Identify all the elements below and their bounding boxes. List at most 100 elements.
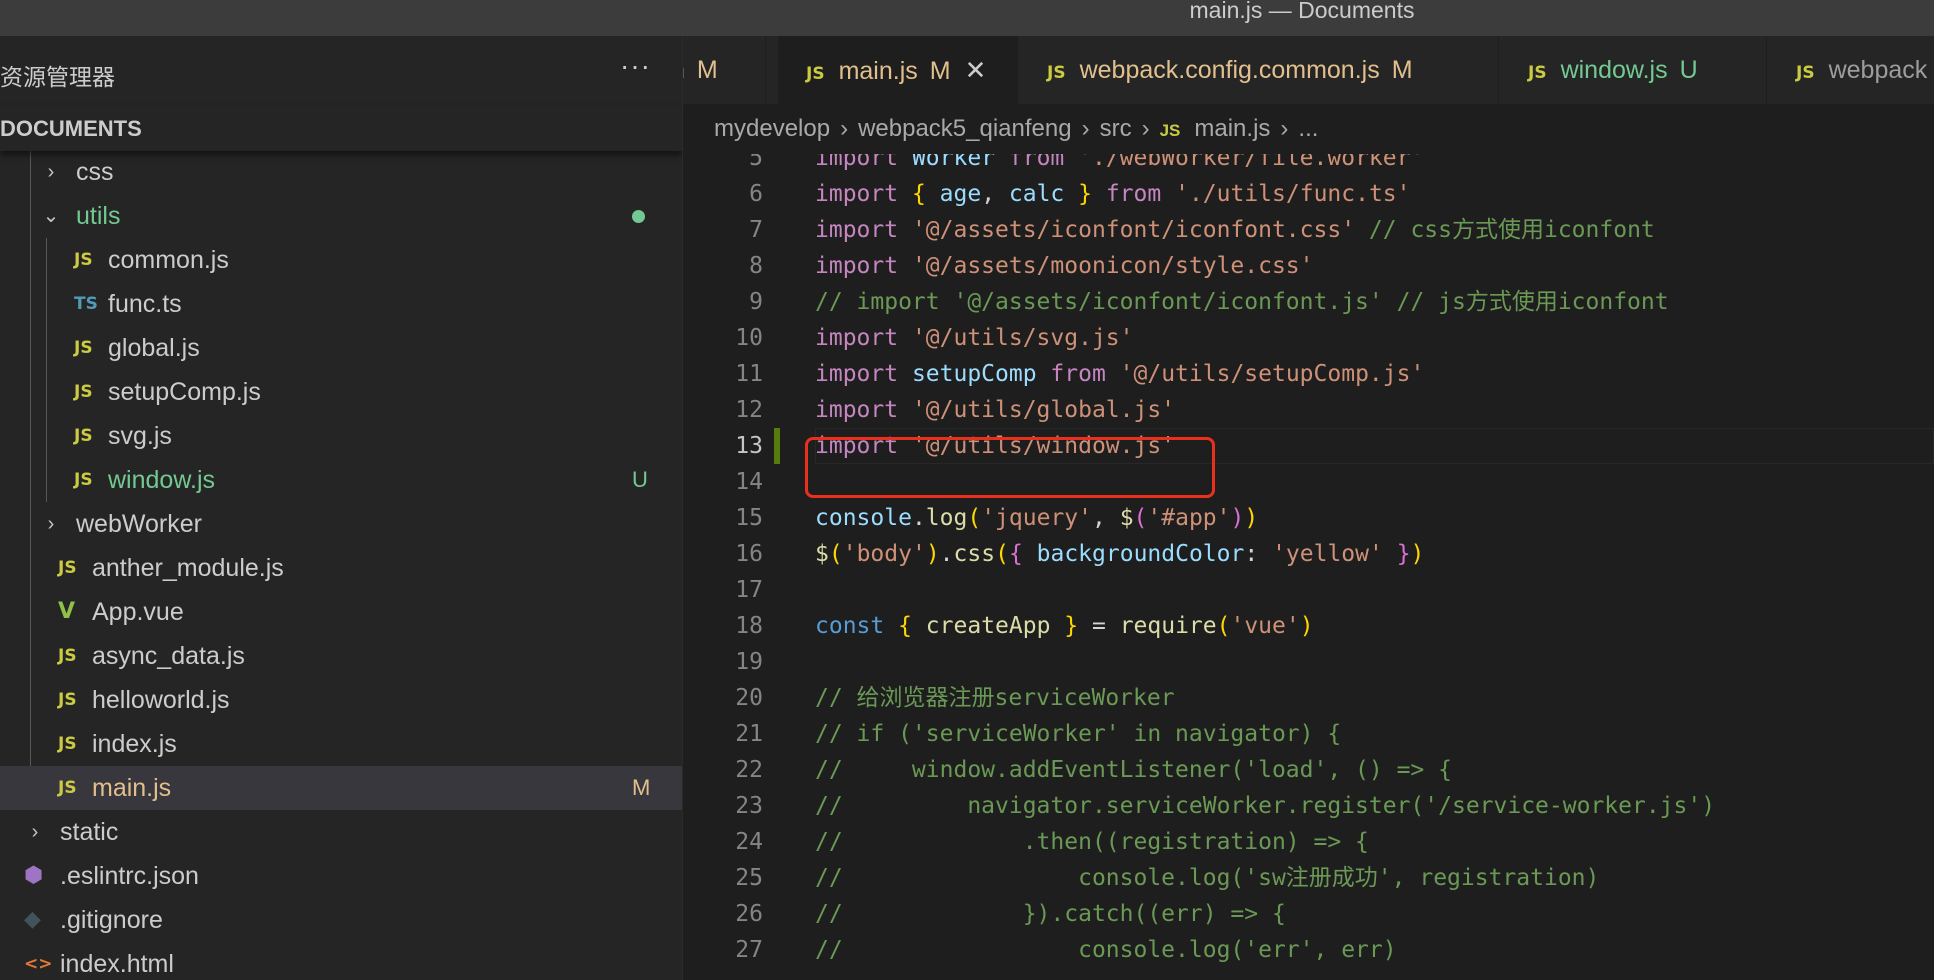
tree-file-gitignore[interactable]: ◆ .gitignore: [0, 898, 682, 942]
code-editor[interactable]: 5 import Worker from './webWorker/file.wo…: [683, 154, 1934, 980]
tree-file-async-data-js[interactable]: JS async_data.js: [0, 634, 682, 678]
code-token: // console.log('err', err): [815, 937, 1397, 963]
code-token: // css方式使用iconfont: [1368, 217, 1655, 243]
tree-file-svg-js[interactable]: JS svg.js: [0, 414, 682, 458]
code-token: .: [911, 505, 926, 531]
tree-item-label: utils: [76, 202, 121, 230]
tree-file-eslintrc-json[interactable]: ⬢ .eslintrc.json: [0, 854, 682, 898]
code-text: // }).catch((err) => {: [815, 896, 1286, 932]
tab-n[interactable]: nM: [683, 36, 766, 104]
chevron-right-icon: ›: [31, 821, 39, 843]
breadcrumb-item[interactable]: mydevelop: [714, 115, 830, 142]
code-token: '#app': [1147, 505, 1231, 531]
code-line: 17: [683, 572, 1934, 608]
chevron-down-icon: ⌄: [42, 205, 60, 227]
code-token: }: [1396, 541, 1411, 567]
code-line: 20 // 给浏览器注册serviceWorker: [683, 680, 1934, 716]
code-token: // import '@/assets/iconfont/iconfont.js…: [815, 289, 1669, 315]
code-token: }: [1064, 613, 1092, 639]
js-file-icon: JS: [74, 382, 93, 402]
code-text: $('body').css({ backgroundColor: 'yellow…: [815, 536, 1424, 572]
code-text: const { createApp } = require('vue'): [815, 608, 1314, 644]
code-token: (: [967, 505, 982, 531]
code-line: 8 import '@/assets/moonicon/style.css': [683, 248, 1934, 284]
git-status-badge: M: [929, 57, 951, 85]
breadcrumb-item[interactable]: main.js: [1194, 115, 1270, 142]
code-text: // 给浏览器注册serviceWorker: [815, 680, 1175, 716]
annotation-highlight-box: [805, 437, 1215, 498]
tree-item-label: .gitignore: [60, 906, 163, 934]
chevron-right-icon: ›: [47, 513, 55, 535]
js-file-icon: JS: [58, 690, 77, 710]
tree-item-label: common.js: [108, 246, 229, 274]
js-file-icon: JS: [58, 558, 77, 578]
tree-file-func-ts[interactable]: TS func.ts: [0, 282, 682, 326]
tree-folder-utils[interactable]: ⌄ utils: [0, 194, 682, 238]
tab-label: webpack: [1828, 56, 1928, 84]
tab-window-js[interactable]: JS window.js U: [1500, 36, 1767, 104]
code-line: 27 // console.log('err', err): [683, 932, 1934, 968]
tab-main-js[interactable]: JS main.js M ✕: [778, 36, 1018, 104]
tree-file-helloworld-js[interactable]: JS helloworld.js: [0, 678, 682, 722]
code-token: log: [925, 505, 968, 531]
title-bar: main.js — Documents: [0, 0, 1934, 37]
tree-file-index-html[interactable]: <> index.html: [0, 942, 682, 980]
breadcrumb-item[interactable]: src: [1100, 115, 1132, 142]
modified-dot-icon: [632, 210, 645, 223]
code-token: require: [1119, 613, 1217, 639]
code-line: 25 // console.log('sw注册成功', registration): [683, 860, 1934, 896]
tree-file-global-js[interactable]: JS global.js: [0, 326, 682, 370]
js-file-icon: JS: [74, 338, 93, 358]
workspace-section-header[interactable]: DOCUMENTS: [0, 106, 682, 151]
code-token: ,: [981, 181, 1009, 207]
line-number: 20: [735, 685, 763, 711]
line-number: 17: [735, 577, 763, 603]
code-token: import: [815, 217, 912, 243]
code-token: ): [925, 541, 940, 567]
tree-item-label: async_data.js: [92, 642, 245, 670]
breadcrumb: mydevelop › webpack5_qianfeng › src › JS main.j…: [683, 104, 1934, 154]
code-token: (: [1133, 505, 1148, 531]
tree-file-main-js[interactable]: JS main.js M: [0, 766, 682, 810]
more-actions-icon[interactable]: ···: [620, 50, 651, 82]
tree-folder-css[interactable]: › css: [0, 150, 682, 194]
tree-folder-static[interactable]: › static: [0, 810, 682, 854]
code-text: // navigator.serviceWorker.register('/se…: [815, 788, 1715, 824]
code-token: 'yellow': [1272, 541, 1397, 567]
js-file-icon: JS: [58, 646, 77, 666]
tree-folder-webworker[interactable]: › webWorker: [0, 502, 682, 546]
tab-webpack-config-common-js[interactable]: JS webpack.config.common.js M: [1019, 36, 1499, 104]
explorer-header: 资源管理器 ···: [0, 36, 682, 106]
code-token: './utils/func.ts': [1175, 181, 1411, 207]
close-icon[interactable]: ✕: [965, 55, 987, 85]
breadcrumb-item[interactable]: ...: [1298, 115, 1318, 142]
line-number: 19: [735, 649, 763, 675]
tree-file-common-js[interactable]: JS common.js: [0, 238, 682, 282]
code-token: ): [1410, 541, 1425, 567]
tree-file-window-js[interactable]: JS window.js U: [0, 458, 682, 502]
tab-webpack[interactable]: JS webpack: [1768, 36, 1934, 104]
code-token: from: [1050, 361, 1120, 387]
code-token: ,: [1091, 505, 1120, 531]
line-number: 22: [735, 757, 763, 783]
code-token: // }).catch((err) => {: [815, 901, 1286, 927]
code-token: ): [1299, 613, 1314, 639]
code-text: import '@/utils/global.js': [815, 392, 1175, 428]
tree-file-app-vue[interactable]: V App.vue: [0, 590, 682, 634]
code-token: (: [1216, 613, 1231, 639]
code-token: // 给浏览器注册serviceWorker: [815, 685, 1175, 711]
code-token: $: [815, 541, 829, 567]
tree-file-setupcomp-js[interactable]: JS setupComp.js: [0, 370, 682, 414]
code-text: import Worker from './webWorker/file.wor…: [815, 154, 1424, 176]
tree-file-anther-module-js[interactable]: JS anther_module.js: [0, 546, 682, 590]
code-token: {: [898, 613, 926, 639]
line-number: 27: [735, 937, 763, 963]
tree-file-index-js[interactable]: JS index.js: [0, 722, 682, 766]
code-token: import: [815, 181, 912, 207]
breadcrumb-item[interactable]: webpack5_qianfeng: [858, 115, 1072, 142]
chevron-right-icon: ›: [1081, 115, 1090, 142]
code-token: // window.addEventListener('load', () =>…: [815, 757, 1452, 783]
tree-item-label: index.js: [92, 730, 177, 758]
tree-item-label: App.vue: [92, 598, 184, 626]
code-token: // navigator.serviceWorker.register('/se…: [815, 793, 1716, 819]
